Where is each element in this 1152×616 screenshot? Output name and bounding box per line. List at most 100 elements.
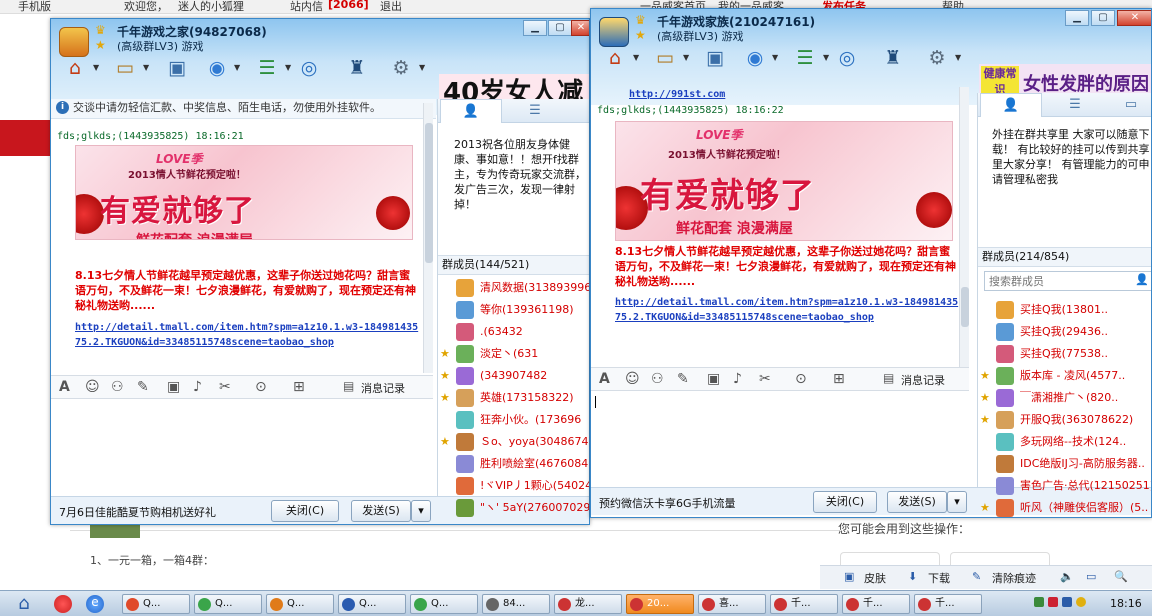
download-button[interactable]: 下载 [928, 570, 950, 586]
emoji-icon[interactable]: ☺ [85, 379, 100, 395]
tmall-link[interactable]: http://detail.tmall.com/item.htm?spm=a1z… [75, 320, 420, 350]
member-avatar[interactable] [456, 477, 474, 495]
member-list-item[interactable]: IDC绝版IJ习-高防服务器.. [978, 453, 1151, 475]
more-icon[interactable]: ⊞ [833, 371, 845, 387]
member-avatar[interactable] [456, 389, 474, 407]
clear-trace-button[interactable]: 清除痕迹 [992, 570, 1036, 586]
chevron-down-icon[interactable]: ▼ [143, 63, 149, 72]
image-icon[interactable]: ▣ [707, 371, 720, 387]
home-icon[interactable]: ⌂ [59, 53, 91, 83]
chevron-down-icon[interactable]: ▼ [955, 53, 961, 62]
member-list-item[interactable]: ★ (343907482 [438, 365, 589, 387]
taskbar-button[interactable]: 20... [626, 594, 694, 614]
taskbar-button[interactable]: 千... [914, 594, 982, 614]
taskbar-button[interactable]: 84... [482, 594, 550, 614]
font-icon[interactable]: A [599, 371, 610, 387]
chat-scrollbar[interactable] [423, 103, 433, 373]
magic-emoji-icon[interactable]: ⚇ [111, 379, 124, 395]
chevron-down-icon[interactable]: ▼ [823, 53, 829, 62]
history-icon[interactable]: ▤ [343, 379, 354, 393]
close-chat-button[interactable]: 关闭(C) [813, 491, 877, 513]
taskbar-button[interactable]: Q... [266, 594, 334, 614]
add-note-icon[interactable]: ☰ [789, 43, 821, 73]
send-options-chevron-icon[interactable]: ▾ [947, 491, 967, 513]
member-list-item[interactable]: ★ 淡定丶(631 [438, 343, 589, 365]
member-avatar[interactable] [996, 345, 1014, 363]
photo-icon[interactable]: ▣ [699, 43, 731, 73]
folder-icon[interactable]: ▭ [109, 53, 141, 83]
option-box-2[interactable] [950, 552, 1050, 566]
member-avatar[interactable] [996, 477, 1014, 495]
gear-icon[interactable]: ⚙ [385, 53, 417, 83]
member-list-item[interactable]: 狂奔小伙。(173696 [438, 409, 589, 431]
member-list-item[interactable]: .(63432 [438, 321, 589, 343]
member-list-item[interactable]: 买挂Q我(77538.. [978, 343, 1151, 365]
member-list-item[interactable]: ★ Ｓo、yoya(3048674 [438, 431, 589, 453]
photo-icon[interactable]: ▣ [161, 53, 193, 83]
send-button[interactable]: 发送(S) [887, 491, 947, 513]
member-list-item[interactable]: 清风数据(313893996) [438, 277, 589, 299]
taskbar-button[interactable]: Q... [338, 594, 406, 614]
member-avatar[interactable] [996, 323, 1014, 341]
chevron-down-icon[interactable]: ▼ [772, 53, 778, 62]
member-list-item[interactable]: 买挂Q我(29436.. [978, 321, 1151, 343]
footer-ad-text[interactable]: 预约微信沃卡享6G手机流量 [599, 495, 736, 511]
scissors-icon[interactable]: ✂ [759, 371, 771, 387]
username-link[interactable]: 迷人的小狐狸 [178, 0, 244, 13]
network-icon[interactable] [1034, 597, 1044, 607]
member-avatar[interactable] [456, 323, 474, 341]
edit-icon[interactable]: ✎ [137, 379, 149, 395]
admin-icon[interactable]: ♜ [877, 43, 909, 73]
music-icon[interactable]: ♪ [733, 371, 742, 387]
volume-icon[interactable]: 🔈 [1060, 570, 1074, 583]
member-search-input[interactable] [985, 272, 1125, 290]
edit-icon[interactable]: ✎ [677, 371, 689, 387]
member-list-item[interactable]: 胜利喷絵室(4676084 [438, 453, 589, 475]
start-home-icon[interactable]: ⌂ [10, 593, 38, 615]
font-icon[interactable]: A [59, 379, 70, 395]
promo-image[interactable]: LOVE季 2013情人节鲜花预定啦！ 有爱就够了 鲜花配套 浪漫满屋 [75, 145, 413, 240]
close-chat-button[interactable]: 关闭(C) [271, 500, 339, 522]
member-avatar[interactable] [996, 433, 1014, 451]
member-avatar[interactable] [456, 345, 474, 363]
message-input[interactable] [591, 392, 969, 487]
add-note-icon[interactable]: ☰ [251, 53, 283, 83]
member-list-item[interactable]: ★ 版本库 - 凌风(4577.. [978, 365, 1151, 387]
taskbar-button[interactable]: Q... [410, 594, 478, 614]
member-avatar[interactable] [456, 411, 474, 429]
tab-announcement[interactable]: ☰ [1044, 93, 1106, 117]
member-avatar[interactable] [996, 389, 1014, 407]
message-input[interactable] [51, 400, 433, 496]
promo-image[interactable]: LOVE季 2013情人节鲜花预定啦！ 有爱就够了 鲜花配套 浪漫满屋 [615, 121, 953, 241]
clock[interactable]: 18:16 [1110, 597, 1142, 610]
logout-link[interactable]: 退出 [380, 0, 402, 13]
tab-members-profile[interactable]: 👤 [440, 99, 502, 123]
music-icon[interactable]: ♪ [193, 379, 202, 395]
taskbar-button[interactable]: Q... [122, 594, 190, 614]
member-list-item[interactable]: 买挂Q我(13801.. [978, 299, 1151, 321]
member-avatar[interactable] [456, 367, 474, 385]
user-search-icon[interactable]: 👤 [1135, 273, 1149, 286]
microphone-icon[interactable]: ◉ [739, 43, 771, 73]
maximize-button[interactable]: ▢ [548, 20, 572, 36]
option-box-1[interactable] [840, 552, 940, 566]
emoji-icon[interactable]: ☺ [625, 371, 640, 387]
screen-icon[interactable]: ▭ [1086, 570, 1096, 583]
tmall-link[interactable]: http://detail.tmall.com/item.htm?spm=a1z… [615, 295, 960, 325]
home-icon[interactable]: ⌂ [599, 43, 631, 73]
maximize-button[interactable]: ▢ [1091, 10, 1115, 26]
chevron-down-icon[interactable]: ▼ [234, 63, 240, 72]
taskbar-button[interactable]: 喜... [698, 594, 766, 614]
member-list-item[interactable]: 害色广告·总代(12150251) [978, 475, 1151, 497]
webcam-icon[interactable]: ◎ [293, 53, 325, 83]
member-list-item[interactable]: "ヽ' 5aY(276007029 [438, 497, 589, 519]
member-avatar[interactable] [996, 411, 1014, 429]
minimize-button[interactable]: ▁ [523, 20, 547, 36]
member-avatar[interactable] [456, 433, 474, 451]
taskbar-button[interactable]: 千... [842, 594, 910, 614]
microphone-icon[interactable]: ◉ [201, 53, 233, 83]
chevron-down-icon[interactable]: ▼ [683, 53, 689, 62]
browser-icon[interactable]: e [86, 595, 104, 613]
shortcut-icon[interactable]: ⊙ [255, 379, 267, 395]
close-window-button[interactable]: ✕ [1117, 10, 1151, 26]
